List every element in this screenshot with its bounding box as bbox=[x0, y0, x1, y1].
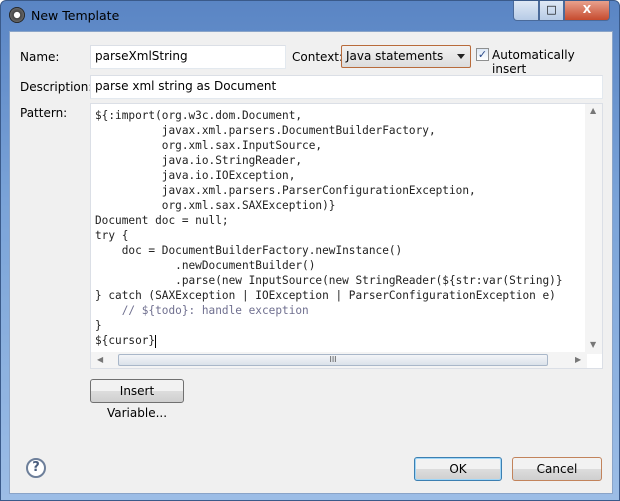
code-line: try { bbox=[95, 229, 129, 242]
eclipse-app-icon bbox=[9, 7, 25, 23]
vertical-scrollbar[interactable]: ▲ ▼ bbox=[585, 104, 602, 354]
name-label: Name: bbox=[20, 50, 60, 64]
help-icon[interactable]: ? bbox=[26, 458, 46, 478]
scrollbar-thumb[interactable]: III bbox=[118, 354, 548, 366]
text-cursor bbox=[155, 334, 157, 348]
minimize-button[interactable] bbox=[513, 1, 539, 21]
scroll-left-icon[interactable]: ◀ bbox=[97, 355, 103, 364]
name-input[interactable]: parseXmlString bbox=[90, 45, 286, 69]
scroll-down-icon[interactable]: ▼ bbox=[590, 340, 596, 349]
context-label: Context: bbox=[292, 50, 344, 64]
pattern-code[interactable]: ${:import(org.w3c.dom.Document, javax.xm… bbox=[95, 108, 563, 348]
context-value: Java statements bbox=[346, 49, 444, 63]
cancel-button[interactable]: Cancel bbox=[512, 457, 602, 481]
code-line: } bbox=[95, 319, 102, 332]
context-select[interactable]: Java statements bbox=[341, 45, 471, 68]
pattern-label: Pattern: bbox=[20, 106, 68, 120]
code-line: org.xml.sax.InputSource, bbox=[95, 139, 323, 152]
close-button[interactable]: X bbox=[564, 1, 610, 21]
horizontal-scrollbar[interactable]: ◀ III ▶ bbox=[91, 352, 587, 368]
code-line: javax.xml.parsers.DocumentBuilderFactory… bbox=[95, 124, 436, 137]
code-line: ${cursor} bbox=[95, 334, 157, 348]
auto-insert-checkbox[interactable]: ✓ bbox=[476, 48, 489, 61]
code-line: java.io.IOException, bbox=[95, 169, 296, 182]
description-label: Description: bbox=[20, 80, 93, 94]
code-line: Document doc = null; bbox=[95, 214, 229, 227]
auto-insert-label[interactable]: Automatically insert bbox=[492, 48, 612, 76]
code-line: doc = DocumentBuilderFactory.newInstance… bbox=[95, 244, 403, 257]
scroll-up-icon[interactable]: ▲ bbox=[590, 106, 596, 115]
window-title: New Template bbox=[31, 8, 120, 23]
code-line: java.io.StringReader, bbox=[95, 154, 303, 167]
ok-button[interactable]: OK bbox=[414, 457, 502, 481]
code-line: javax.xml.parsers.ParserConfigurationExc… bbox=[95, 184, 476, 197]
insert-variable-button[interactable]: Insert Variable... bbox=[90, 379, 184, 420]
code-line: ${:import(org.w3c.dom.Document, bbox=[95, 109, 303, 122]
description-input[interactable]: parse xml string as Document bbox=[90, 75, 603, 99]
code-line: org.xml.sax.SAXException)} bbox=[95, 199, 336, 212]
dialog-window: New Template □ X Name: parseXmlString Co… bbox=[0, 0, 620, 501]
code-line: .parse(new InputSource(new StringReader(… bbox=[95, 274, 563, 287]
code-line: // ${todo}: handle exception bbox=[95, 304, 309, 317]
scroll-right-icon[interactable]: ▶ bbox=[575, 355, 581, 364]
code-line: } catch (SAXException | IOException | Pa… bbox=[95, 289, 556, 302]
pattern-editor[interactable]: ${:import(org.w3c.dom.Document, javax.xm… bbox=[90, 103, 603, 369]
maximize-button[interactable]: □ bbox=[539, 1, 564, 21]
dialog-content: Name: parseXmlString Context: Java state… bbox=[9, 31, 613, 494]
code-line: .newDocumentBuilder() bbox=[95, 259, 316, 272]
chevron-down-icon bbox=[457, 54, 465, 59]
